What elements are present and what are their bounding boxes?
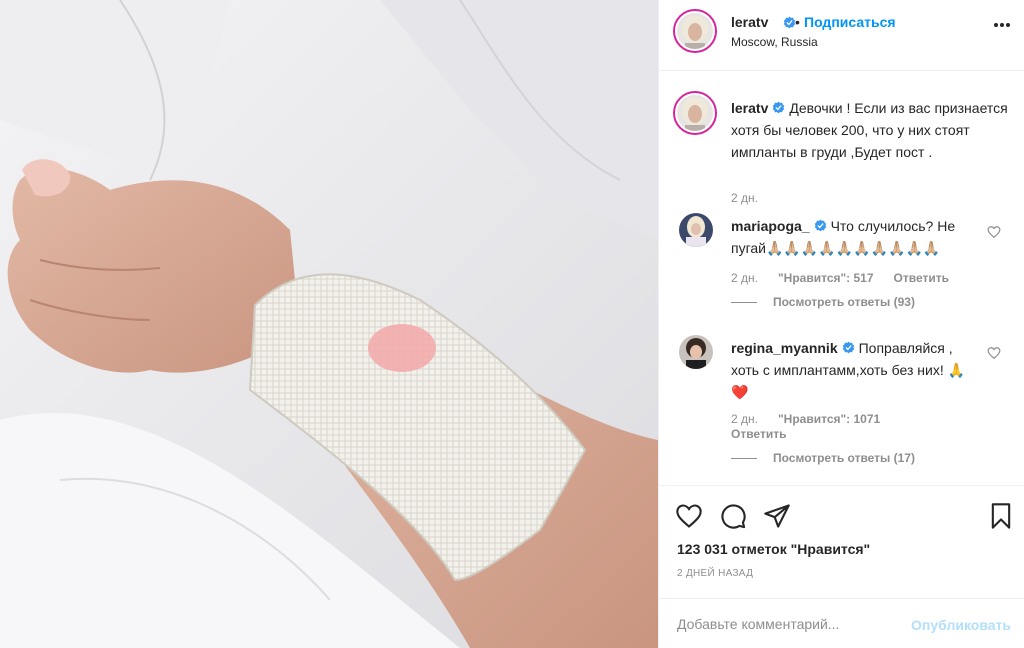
- comment-like-heart-icon[interactable]: [987, 346, 1001, 360]
- comment-avatar-image: [679, 213, 713, 247]
- author-username[interactable]: leratv: [731, 14, 768, 30]
- comment-body: mariapoga_ Что случилось? Не пугай🙏🏼🙏🏼🙏🏼🙏…: [731, 215, 981, 259]
- comment-meta: 2 дн. "Нравится": 517 Ответить: [731, 271, 949, 286]
- divider-line: [731, 458, 757, 460]
- comment-timestamp[interactable]: 2 дн.: [731, 271, 758, 285]
- author-avatar[interactable]: [673, 9, 717, 53]
- comment-meta: 2 дн. "Нравится": 1071 Ответить: [731, 412, 880, 442]
- view-replies-label: Посмотреть ответы (17): [773, 451, 915, 465]
- author-avatar-image: [677, 13, 713, 49]
- reply-button[interactable]: Ответить: [894, 271, 949, 285]
- post-caption: leratv Девочки ! Если из вас признается х…: [731, 97, 1011, 163]
- post-header: leratv • Подписаться Moscow, Russia: [659, 0, 1024, 71]
- separator-dot: •: [795, 14, 800, 30]
- share-icon[interactable]: [763, 502, 791, 530]
- likes-count[interactable]: 123 031 отметок "Нравится": [677, 541, 870, 557]
- add-comment-bar: Опубликовать: [659, 598, 1024, 648]
- comment-like-heart-icon[interactable]: [987, 225, 1001, 239]
- view-replies-button[interactable]: Посмотреть ответы (17): [731, 451, 915, 465]
- comment-avatar[interactable]: [679, 335, 713, 369]
- verified-badge-icon: [842, 341, 854, 354]
- post-date[interactable]: 2 ДНЕЙ НАЗАД: [677, 568, 753, 579]
- caption-timestamp[interactable]: 2 дн.: [731, 191, 758, 205]
- comment-likes[interactable]: "Нравится": 1071: [778, 412, 880, 426]
- comment-avatar-image: [679, 335, 713, 369]
- comment-timestamp[interactable]: 2 дн.: [731, 412, 758, 426]
- comment-avatar[interactable]: [679, 213, 713, 247]
- reply-button[interactable]: Ответить: [731, 427, 880, 442]
- caption-username[interactable]: leratv: [731, 100, 768, 116]
- heart-icon[interactable]: [675, 502, 703, 530]
- comment-username[interactable]: mariapoga_: [731, 218, 810, 234]
- caption-author-avatar[interactable]: [673, 91, 717, 135]
- more-horizontal-icon[interactable]: [993, 22, 1011, 28]
- verified-badge-icon: [773, 101, 785, 114]
- comment-username[interactable]: regina_myannik: [731, 340, 838, 356]
- bandaged-hand-photo: [0, 0, 658, 648]
- comment-body: regina_myannik Поправляйся , хоть с импла…: [731, 337, 981, 403]
- post-photo[interactable]: [0, 0, 658, 648]
- divider-line: [731, 302, 757, 304]
- view-replies-button[interactable]: Посмотреть ответы (93): [731, 295, 915, 309]
- post-sidebar: leratv • Подписаться Moscow, Russia lera…: [658, 0, 1024, 648]
- comment-icon[interactable]: [719, 502, 747, 530]
- post-actions-bar: [659, 485, 1024, 545]
- caption-avatar-image: [677, 95, 713, 131]
- post-location[interactable]: Moscow, Russia: [731, 35, 818, 49]
- bookmark-icon[interactable]: [987, 502, 1015, 530]
- comment-likes[interactable]: "Нравится": 517: [778, 271, 874, 285]
- publish-button[interactable]: Опубликовать: [911, 617, 1011, 633]
- view-replies-label: Посмотреть ответы (93): [773, 295, 915, 309]
- comment-input[interactable]: [677, 613, 897, 635]
- verified-badge-icon: [814, 219, 826, 232]
- follow-button[interactable]: Подписаться: [804, 14, 896, 30]
